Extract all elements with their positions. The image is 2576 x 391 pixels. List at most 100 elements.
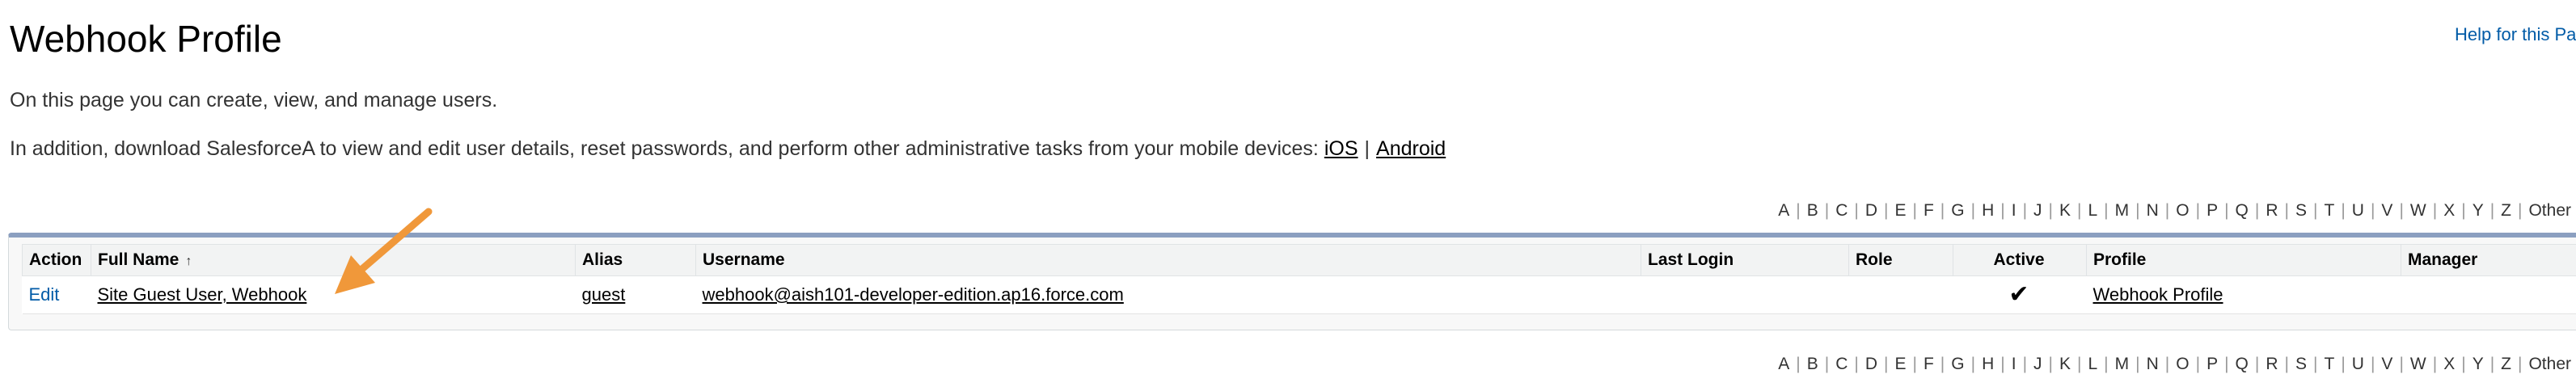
alphabet-separator: | — [1884, 201, 1889, 220]
alphabet-separator: | — [2254, 201, 2260, 220]
alphabet-separator: | — [2489, 201, 2495, 220]
alphabet-top-letter-r[interactable]: R — [2261, 201, 2283, 221]
alphabet-separator: | — [2370, 355, 2375, 373]
alphabet-top-letter-s[interactable]: S — [2291, 201, 2312, 221]
column-header-active[interactable]: Active — [1953, 244, 2087, 276]
alphabet-bottom-letter-t[interactable]: T — [2319, 355, 2339, 374]
alphabet-top-letter-other[interactable]: Other — [2523, 201, 2576, 221]
user-alias-link[interactable]: guest — [582, 284, 626, 305]
alphabet-bottom-letter-other[interactable]: Other — [2523, 355, 2576, 374]
alphabet-top-letter-j[interactable]: J — [2029, 201, 2047, 221]
alphabet-filter-top: A | B | C | D | E | F | G | H | I | J | K | L | M | N | O | P | Q | R | S | T |… — [1773, 199, 2576, 223]
alphabet-bottom-letter-o[interactable]: O — [2171, 355, 2194, 374]
column-header-alias[interactable]: Alias — [575, 244, 696, 276]
alphabet-separator: | — [1970, 201, 1976, 220]
column-header-role[interactable]: Role — [1848, 244, 1953, 276]
alphabet-separator: | — [1854, 355, 1859, 373]
ios-link[interactable]: iOS — [1324, 137, 1358, 160]
alphabet-top-letter-w[interactable]: W — [2405, 201, 2431, 221]
column-header-username[interactable]: Username — [695, 244, 1641, 276]
alphabet-top-letter-m[interactable]: M — [2110, 201, 2135, 221]
alphabet-separator: | — [2399, 201, 2404, 220]
alphabet-bottom-letter-d[interactable]: D — [1860, 355, 1882, 374]
alphabet-separator: | — [1796, 355, 1801, 373]
alphabet-filter-bottom: A | B | C | D | E | F | G | H | I | J | K | L | M | N | O | P | Q | R | S | T |… — [1773, 352, 2576, 376]
column-header-profile[interactable]: Profile — [2086, 244, 2401, 276]
alphabet-bottom-letter-g[interactable]: G — [1946, 355, 1969, 374]
edit-user-link[interactable]: Edit — [29, 284, 60, 305]
alphabet-top-letter-o[interactable]: O — [2171, 201, 2194, 221]
alphabet-top-letter-l[interactable]: L — [2083, 201, 2102, 221]
alphabet-bottom-letter-s[interactable]: S — [2291, 355, 2312, 374]
alphabet-top-letter-b[interactable]: B — [1802, 201, 1823, 221]
cell-profile: Webhook Profile — [2086, 275, 2401, 314]
alphabet-bottom-letter-u[interactable]: U — [2347, 355, 2369, 374]
mobile-info: In addition, download SalesforceA to vie… — [10, 137, 1446, 161]
alphabet-separator: | — [2048, 201, 2053, 220]
android-link[interactable]: Android — [1376, 137, 1446, 160]
alphabet-bottom-letter-h[interactable]: H — [1977, 355, 1999, 374]
alphabet-bottom-letter-r[interactable]: R — [2261, 355, 2283, 374]
user-full-name-link[interactable]: Site Guest User, Webhook — [98, 284, 307, 305]
column-header-manager[interactable]: Manager — [2401, 244, 2576, 276]
alphabet-top-letter-i[interactable]: I — [2007, 201, 2021, 221]
alphabet-bottom-letter-k[interactable]: K — [2054, 355, 2076, 374]
alphabet-top-letter-p[interactable]: P — [2202, 201, 2223, 221]
username-link[interactable]: webhook@aish101-developer-edition.ap16.f… — [703, 284, 1124, 305]
alphabet-top-letter-t[interactable]: T — [2319, 201, 2339, 221]
cell-role — [1848, 275, 1953, 314]
cell-username: webhook@aish101-developer-edition.ap16.f… — [695, 275, 1641, 314]
alphabet-top-letter-z[interactable]: Z — [2496, 201, 2516, 221]
alphabet-top-letter-g[interactable]: G — [1946, 201, 1969, 221]
alphabet-bottom-letter-y[interactable]: Y — [2468, 355, 2489, 374]
alphabet-top-letter-x[interactable]: X — [2439, 201, 2460, 221]
alphabet-separator: | — [2399, 355, 2404, 373]
alphabet-top-letter-v[interactable]: V — [2376, 201, 2397, 221]
profile-link[interactable]: Webhook Profile — [2093, 284, 2223, 305]
alphabet-bottom-letter-l[interactable]: L — [2083, 355, 2102, 374]
alphabet-bottom-letter-j[interactable]: J — [2029, 355, 2047, 374]
page: Webhook Profile Help for this Page On th… — [0, 0, 2576, 391]
help-link[interactable]: Help for this Page — [2455, 24, 2576, 45]
alphabet-bottom-letter-p[interactable]: P — [2202, 355, 2223, 374]
alphabet-bottom-letter-w[interactable]: W — [2405, 355, 2431, 374]
alphabet-bottom-letter-c[interactable]: C — [1831, 355, 1852, 374]
alphabet-bottom-letter-v[interactable]: V — [2376, 355, 2397, 374]
mobile-link-separator: | — [1364, 137, 1370, 160]
alphabet-top-letter-c[interactable]: C — [1831, 201, 1852, 221]
alphabet-bottom-letter-z[interactable]: Z — [2496, 355, 2516, 374]
alphabet-top-letter-y[interactable]: Y — [2468, 201, 2489, 221]
sort-ascending-icon: ↑ — [185, 254, 192, 268]
column-header-last-login[interactable]: Last Login — [1641, 244, 1849, 276]
alphabet-top-letter-n[interactable]: N — [2142, 201, 2164, 221]
alphabet-bottom-letter-m[interactable]: M — [2110, 355, 2135, 374]
page-description: On this page you can create, view, and m… — [10, 89, 498, 111]
alphabet-separator: | — [2104, 355, 2109, 373]
alphabet-separator: | — [1854, 201, 1859, 220]
alphabet-separator: | — [1940, 355, 1945, 373]
alphabet-top-letter-f[interactable]: F — [1919, 201, 1939, 221]
alphabet-bottom-letter-i[interactable]: I — [2007, 355, 2021, 374]
alphabet-separator: | — [2104, 201, 2109, 220]
alphabet-top-letter-a[interactable]: A — [1773, 201, 1794, 221]
alphabet-bottom-letter-f[interactable]: F — [1919, 355, 1939, 374]
alphabet-top-letter-e[interactable]: E — [1890, 201, 1911, 221]
alphabet-bottom-letter-q[interactable]: Q — [2231, 355, 2253, 374]
alphabet-bottom-letter-a[interactable]: A — [1773, 355, 1794, 374]
alphabet-top-letter-u[interactable]: U — [2347, 201, 2369, 221]
alphabet-separator: | — [1912, 201, 1917, 220]
alphabet-top-letter-k[interactable]: K — [2054, 201, 2076, 221]
alphabet-top-letter-q[interactable]: Q — [2231, 201, 2253, 221]
alphabet-top-letter-d[interactable]: D — [1860, 201, 1882, 221]
alphabet-bottom-letter-n[interactable]: N — [2142, 355, 2164, 374]
alphabet-separator: | — [2313, 355, 2318, 373]
alphabet-separator: | — [2284, 355, 2289, 373]
alphabet-separator: | — [2518, 355, 2523, 373]
alphabet-bottom-letter-x[interactable]: X — [2439, 355, 2460, 374]
alphabet-top-letter-h[interactable]: H — [1977, 201, 1999, 221]
alphabet-separator: | — [1912, 355, 1917, 373]
alphabet-bottom-letter-e[interactable]: E — [1890, 355, 1911, 374]
alphabet-bottom-letter-b[interactable]: B — [1802, 355, 1823, 374]
annotation-arrow-icon — [335, 208, 433, 294]
alphabet-separator: | — [2284, 201, 2289, 220]
